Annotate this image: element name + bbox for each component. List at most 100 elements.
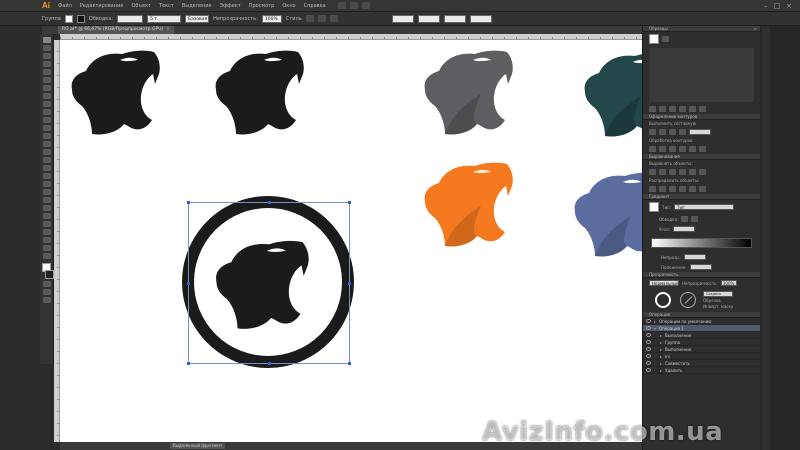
symbol-sprayer-tool-icon[interactable]: [42, 213, 51, 219]
dock-scrollbar[interactable]: [762, 26, 770, 450]
gradient-opacity-field[interactable]: [684, 254, 707, 260]
tab-close-icon[interactable]: ×: [166, 27, 170, 32]
dist-top-icon[interactable]: [649, 186, 656, 192]
handle-left[interactable]: [187, 282, 190, 285]
action-row[interactable]: ▸ Ini: [643, 353, 760, 360]
menu-window[interactable]: Окно: [282, 3, 295, 9]
width-tool-icon[interactable]: [42, 149, 51, 155]
panther-logo-orange[interactable]: [405, 158, 525, 254]
swatch-libs-icon[interactable]: [649, 106, 656, 112]
menu-view[interactable]: Просмотр: [249, 3, 275, 9]
minus-back-icon[interactable]: [699, 146, 706, 152]
stroke-within-icon[interactable]: [681, 216, 689, 222]
dist-right-icon[interactable]: [699, 186, 706, 192]
stroke-color-icon[interactable]: [44, 270, 54, 279]
toggle-icon[interactable]: [646, 368, 651, 372]
rectangle-tool-icon[interactable]: [42, 101, 51, 107]
panther-logo-blue[interactable]: [555, 168, 642, 264]
perspective-tool-icon[interactable]: [42, 173, 51, 179]
new-group-icon[interactable]: [679, 106, 686, 112]
slice-tool-icon[interactable]: [42, 237, 51, 243]
line-tool-icon[interactable]: [42, 93, 51, 99]
align-icon[interactable]: [317, 15, 326, 22]
opacity-field[interactable]: 100%: [261, 14, 282, 23]
document-tab[interactable]: RG ar* @ 66,67% (RGB/Предпросмотр GPU) ×: [58, 26, 175, 34]
close-icon[interactable]: ×: [786, 2, 792, 10]
toggle-icon[interactable]: [646, 354, 651, 358]
pathfinder-panel-title[interactable]: Оформление контуров: [643, 114, 760, 120]
menu-file[interactable]: Файл: [58, 3, 72, 9]
no-mask-icon[interactable]: [680, 292, 696, 308]
toggle-icon[interactable]: [646, 347, 651, 351]
align-middle-icon[interactable]: [689, 169, 696, 175]
panther-logo-black-1[interactable]: [60, 46, 166, 142]
zoom-tool-icon[interactable]: [42, 253, 51, 259]
recolor-icon[interactable]: [305, 15, 314, 22]
artboard-tool-icon[interactable]: [42, 229, 51, 235]
panther-logo-teal[interactable]: [570, 48, 642, 144]
toggle-icon[interactable]: [646, 340, 651, 344]
align-top-icon[interactable]: [679, 169, 686, 175]
lasso-tool-icon[interactable]: [42, 61, 51, 67]
toggle-icon[interactable]: [646, 326, 651, 330]
style-select[interactable]: Базовая: [185, 14, 210, 23]
screen-mode-icon[interactable]: [42, 297, 51, 303]
brush-select[interactable]: 5 т. Круглая: [147, 14, 182, 29]
minus-front-icon[interactable]: [659, 129, 666, 135]
new-swatch-icon[interactable]: [689, 106, 696, 112]
gradient-slider[interactable]: [651, 238, 752, 248]
transform-icon[interactable]: [329, 15, 338, 22]
swatches-panel-title[interactable]: Образцы ≡: [643, 26, 760, 32]
exclude-icon[interactable]: [679, 129, 686, 135]
unite-icon[interactable]: [649, 129, 656, 135]
stroke-weight-field[interactable]: [117, 14, 144, 23]
delete-swatch-icon[interactable]: [699, 106, 706, 112]
color-mode-icon[interactable]: [42, 281, 51, 287]
outline-icon[interactable]: [689, 146, 696, 152]
handle-bottom-right[interactable]: [348, 362, 351, 365]
eraser-tool-icon[interactable]: [42, 125, 51, 131]
handle-top[interactable]: [268, 201, 271, 204]
gradient-type-select[interactable]: Тип: [674, 204, 735, 210]
expand-icon[interactable]: ▸: [660, 368, 662, 373]
trim-icon[interactable]: [659, 146, 666, 152]
toggle-icon[interactable]: [646, 361, 651, 365]
transparency-opacity-field[interactable]: 100%: [720, 280, 737, 286]
dist-vcenter-icon[interactable]: [659, 186, 666, 192]
toggle-icon[interactable]: [646, 319, 651, 323]
scale-tool-icon[interactable]: [42, 141, 51, 147]
selection-tool-icon[interactable]: [42, 37, 51, 43]
align-bottom-icon[interactable]: [699, 169, 706, 175]
dist-bottom-icon[interactable]: [669, 186, 676, 192]
width-field[interactable]: [443, 14, 466, 23]
action-row[interactable]: ▾ Операция 1: [643, 325, 760, 332]
blend-tool-icon[interactable]: [42, 205, 51, 211]
gradient-panel-title[interactable]: Градиент: [643, 194, 760, 200]
swatch-options-icon[interactable]: [669, 106, 676, 112]
magic-wand-tool-icon[interactable]: [42, 53, 51, 59]
minimize-icon[interactable]: –: [764, 2, 768, 10]
menu-effect[interactable]: Эффект: [220, 3, 241, 9]
handle-bottom-left[interactable]: [187, 362, 190, 365]
stroke-along-icon[interactable]: [691, 216, 699, 222]
direct-selection-tool-icon[interactable]: [42, 45, 51, 51]
menu-object[interactable]: Объект: [131, 3, 151, 9]
expand-icon[interactable]: ▸: [660, 354, 662, 359]
expand-button[interactable]: [689, 129, 711, 135]
menu-type[interactable]: Текст: [159, 3, 174, 9]
expand-icon[interactable]: ▸: [660, 340, 662, 345]
handle-bottom[interactable]: [268, 362, 271, 365]
rotate-tool-icon[interactable]: [42, 133, 51, 139]
align-left-icon[interactable]: [649, 169, 656, 175]
crop-icon[interactable]: [679, 146, 686, 152]
bridge-icon[interactable]: [337, 2, 346, 9]
gradient-location-field[interactable]: [689, 264, 712, 270]
object-thumbnail[interactable]: [655, 292, 671, 308]
active-swatch[interactable]: [649, 34, 659, 44]
selection-bounding-box[interactable]: [188, 202, 350, 364]
menu-select[interactable]: Выделение: [182, 3, 212, 9]
swatch-kind-icon[interactable]: [659, 106, 666, 112]
artboard-canvas[interactable]: [60, 40, 642, 442]
status-tool-label[interactable]: Выделенный фрагмент: [170, 443, 226, 449]
hand-tool-icon[interactable]: [42, 245, 51, 251]
